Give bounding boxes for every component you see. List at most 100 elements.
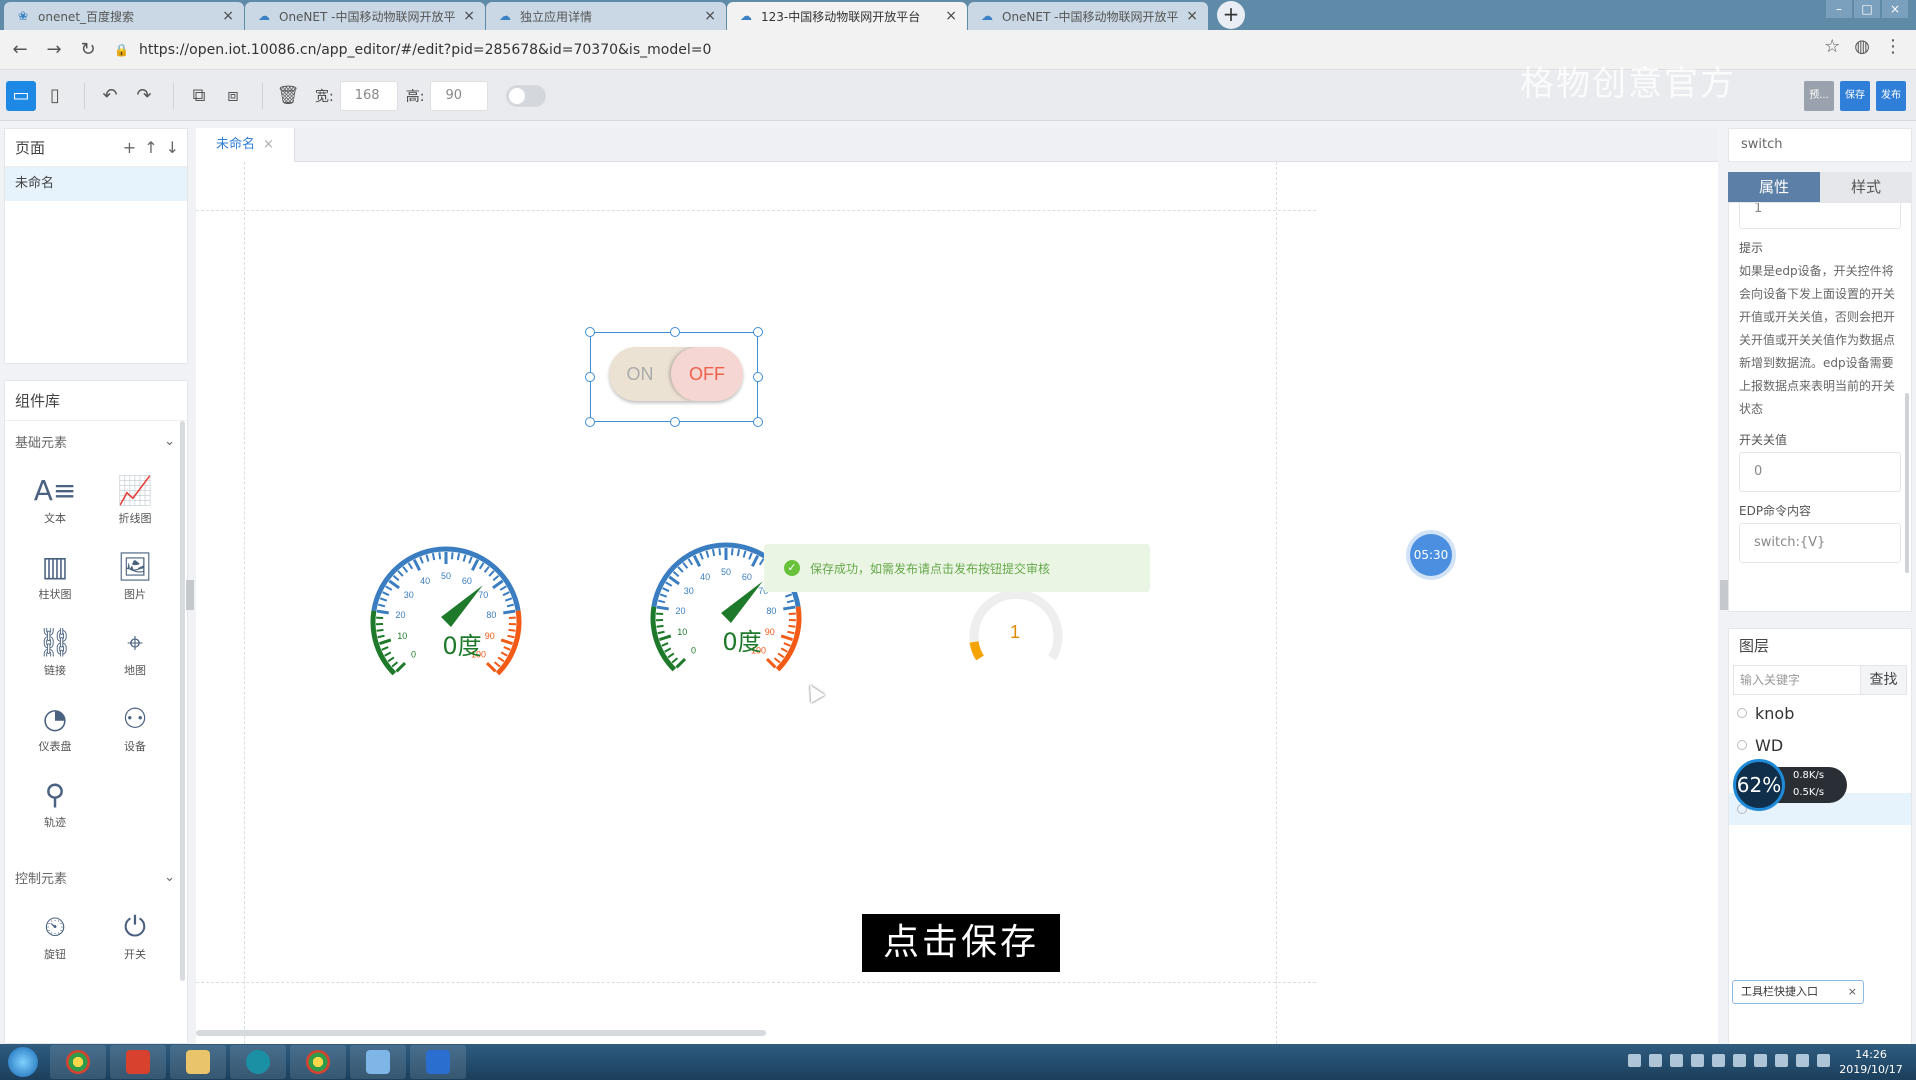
close-tab-icon[interactable]: × [1186,8,1198,24]
component-device[interactable]: ⚇ 设备 [95,697,175,759]
redo-icon[interactable]: ↷ [129,81,159,111]
resize-handle[interactable] [753,372,763,382]
close-tab-icon[interactable]: × [704,8,716,24]
move-up-icon[interactable]: ↑ [144,138,157,157]
left-panel-collapse-handle[interactable] [186,580,194,610]
minimize-icon[interactable]: – [1826,0,1852,18]
component-name-field[interactable]: switch [1728,128,1912,162]
layer-search-button[interactable]: 查找 [1861,665,1907,695]
publish-button[interactable]: 发布 [1876,81,1906,111]
resize-handle[interactable] [585,327,595,337]
width-input[interactable]: 168 [339,80,398,111]
group-icon[interactable]: ⧉ [184,81,214,111]
system-clock[interactable]: 14:26 2019/10/17 [1834,1047,1908,1077]
off-value-input[interactable]: 0 [1739,452,1901,492]
maximize-icon[interactable]: □ [1854,0,1880,18]
ungroup-icon[interactable]: ⧈ [218,81,248,111]
tray-icon[interactable] [1712,1054,1725,1067]
taskbar-app[interactable] [230,1045,286,1079]
new-tab-button[interactable]: + [1217,1,1245,29]
add-page-icon[interactable]: + [123,138,136,157]
star-icon[interactable]: ☆ [1824,36,1840,57]
close-tab-icon[interactable]: × [463,8,475,24]
component-gauge[interactable]: ◔ 仪表盘 [15,697,95,759]
browser-tab-active[interactable]: ☁ 123-中国移动物联网开放平台 × [727,2,967,30]
tab-properties[interactable]: 属性 [1728,172,1820,202]
component-bar-chart[interactable]: ▥ 柱状图 [15,545,95,607]
eye-icon[interactable] [1737,708,1747,718]
component-knob[interactable]: ⏲ 旋钮 [15,905,95,967]
mobile-view-icon[interactable]: ▯ [40,81,70,111]
page-item[interactable]: 未命名 [5,167,187,201]
close-tab-icon[interactable]: × [945,8,957,24]
browser-tab[interactable]: ☁ OneNET -中国移动物联网开放平 × [245,2,485,30]
menu-icon[interactable]: ⋮ [1884,36,1902,57]
url-field[interactable]: 🔒 https://open.iot.10086.cn/app_editor/#… [114,36,711,64]
taskbar-app[interactable] [350,1045,406,1079]
taskbar-app[interactable] [50,1045,106,1079]
edp-command-input[interactable]: switch:{V} [1739,523,1901,563]
basic-category[interactable]: 基础元素 ⌄ [5,421,187,461]
tray-icon[interactable] [1754,1054,1767,1067]
resize-handle[interactable] [670,327,680,337]
quick-entry-button[interactable]: 工具栏快捷入口 × [1732,980,1864,1004]
profile-icon[interactable]: ◍ [1854,36,1870,57]
component-link[interactable]: ⛓ 链接 [15,621,95,683]
taskbar-app[interactable] [110,1045,166,1079]
layer-search-input[interactable]: 输入关键字 [1733,665,1861,695]
back-icon[interactable]: ← [6,36,34,64]
browser-tab[interactable]: ☁ 独立应用详情 × [486,2,726,30]
component-image[interactable]: 🖼 图片 [95,545,175,607]
component-map[interactable]: ⌖ 地图 [95,621,175,683]
tray-icon[interactable] [1691,1054,1704,1067]
close-icon[interactable]: × [1848,981,1857,1003]
component-text[interactable]: A≡ 文本 [15,469,95,531]
taskbar-app[interactable] [290,1045,346,1079]
knob-widget[interactable]: 1 [960,580,1070,680]
resize-handle[interactable] [670,417,680,427]
desktop-view-icon[interactable]: ▭ [6,80,36,111]
editor-canvas[interactable]: ON OFF 0 10 20 30 40 50 60 70 80 90 100 0度 0 10 20 30 4… [196,162,1718,1044]
tab-style[interactable]: 样式 [1820,172,1912,202]
component-track[interactable]: ⚲ 轨迹 [15,773,95,835]
tray-icon[interactable] [1733,1054,1746,1067]
close-window-icon[interactable]: × [1882,0,1908,18]
save-button[interactable]: 保存 [1840,81,1870,111]
undo-icon[interactable]: ↶ [95,81,125,111]
resize-handle[interactable] [585,372,595,382]
switch-widget-selection[interactable]: ON OFF [585,327,763,427]
preview-button[interactable]: 预... [1804,81,1834,111]
resize-handle[interactable] [753,417,763,427]
taskbar-app[interactable] [170,1045,226,1079]
eye-icon[interactable] [1737,740,1747,750]
canvas-horizontal-scrollbar[interactable] [196,1030,766,1036]
close-icon[interactable]: × [263,137,274,152]
grid-toggle[interactable] [506,84,547,107]
component-switch[interactable]: ⏻ 开关 [95,905,175,967]
right-panel-collapse-handle[interactable] [1720,580,1728,610]
document-tab[interactable]: 未命名 × [196,128,295,162]
on-value-input[interactable]: 1 [1739,203,1901,229]
height-input[interactable]: 90 [430,80,489,111]
forward-icon[interactable]: → [40,36,68,64]
layer-item[interactable]: knob [1729,697,1911,729]
resize-handle[interactable] [753,327,763,337]
trash-icon[interactable]: 🗑 [273,81,303,111]
properties-scrollbar[interactable] [1905,393,1909,573]
taskbar-app[interactable] [410,1045,466,1079]
volume-icon[interactable] [1796,1054,1809,1067]
browser-tab[interactable]: ☁ OneNET -中国移动物联网开放平 × [968,2,1208,30]
move-down-icon[interactable]: ↓ [166,138,179,157]
switch-widget[interactable]: ON OFF [609,347,743,401]
component-line-chart[interactable]: 📈 折线图 [95,469,175,531]
network-icon[interactable] [1817,1054,1830,1067]
start-button[interactable] [0,1044,46,1080]
layer-item[interactable]: WD [1729,729,1911,761]
tray-icon[interactable] [1670,1054,1683,1067]
resize-handle[interactable] [585,417,595,427]
tray-icon[interactable] [1775,1054,1788,1067]
tray-icon[interactable] [1628,1054,1641,1067]
library-scrollbar[interactable] [180,421,185,981]
reload-icon[interactable]: ↻ [74,36,102,64]
gauge-widget-wd[interactable]: 01020304050607080901000度 [346,522,546,692]
